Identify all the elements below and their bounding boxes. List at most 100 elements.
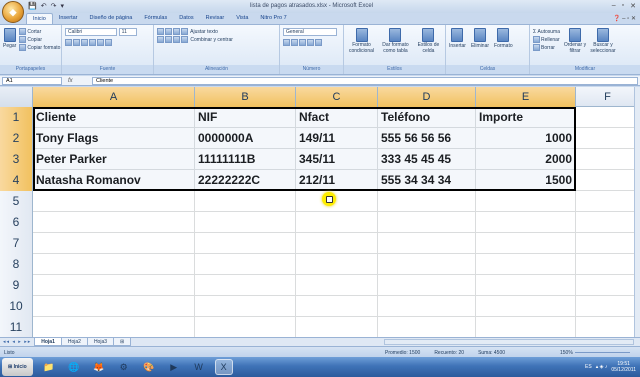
cell-d11[interactable] [378,317,476,337]
align-bottom-icon[interactable] [173,28,180,36]
cell-d9[interactable] [378,275,476,296]
cell-f3[interactable] [576,149,640,170]
thousands-icon[interactable] [299,39,306,46]
tab-revisar[interactable]: Revisar [200,13,231,24]
cell-f7[interactable] [576,233,640,254]
tab-diseno-pagina[interactable]: Diseño de página [84,13,139,24]
tray-icons[interactable]: ▴ ◈ ♪ [596,364,608,370]
cell-c5[interactable] [296,191,378,212]
decrease-decimal-icon[interactable] [315,39,322,46]
formula-input[interactable]: Cliente [92,76,638,85]
row-header[interactable]: 9 [0,275,33,296]
column-header-b[interactable]: B [195,87,296,107]
currency-icon[interactable] [283,39,290,46]
cell-b10[interactable] [195,296,296,317]
cell-f5[interactable] [576,191,640,212]
align-right-icon[interactable] [173,36,180,44]
cell-a5[interactable] [33,191,195,212]
maximize-button[interactable]: ▫ [622,2,624,10]
font-name-combo[interactable]: Calibri [65,28,117,36]
insert-cells-button[interactable]: Insertar [449,28,466,50]
row-header[interactable]: 11 [0,317,33,337]
row-header[interactable]: 2 [0,128,33,149]
customize-qat-icon[interactable]: ▾ [60,2,64,10]
ribbon-help-controls[interactable]: ❓ – ▫ ✕ [613,15,636,22]
cell-a2[interactable]: Tony Flags [33,128,195,149]
cell-f6[interactable] [576,212,640,233]
cell-b6[interactable] [195,212,296,233]
vertical-scrollbar[interactable] [634,87,640,337]
cell-b7[interactable] [195,233,296,254]
cell-e10[interactable] [476,296,576,317]
row-header[interactable]: 7 [0,233,33,254]
sheet-tab-hoja3[interactable]: Hoja3 [86,338,115,346]
cell-e9[interactable] [476,275,576,296]
italic-icon[interactable] [73,39,80,46]
cell-styles-button[interactable]: Estilos de celda [415,28,442,54]
taskbar-word-icon[interactable]: W [190,359,208,375]
align-middle-icon[interactable] [165,28,172,36]
cell-f10[interactable] [576,296,640,317]
column-header-c[interactable]: C [296,87,378,107]
clock[interactable]: 19:51 05/12/2011 [611,361,636,373]
tab-insertar[interactable]: Insertar [53,13,84,24]
number-format-combo[interactable]: General [283,28,337,36]
align-center-icon[interactable] [165,36,172,44]
cell-d1[interactable]: Teléfono [378,107,476,128]
insert-sheet-icon[interactable]: ⊞ [113,338,132,346]
format-as-table-button[interactable]: Dar formato como tabla [380,28,411,54]
cell-e2[interactable]: 1000 [476,128,576,149]
percent-icon[interactable] [291,39,298,46]
border-icon[interactable] [89,39,96,46]
column-header-f[interactable]: F [576,87,640,107]
cell-d7[interactable] [378,233,476,254]
tab-formulas[interactable]: Fórmulas [138,13,173,24]
tab-inicio[interactable]: Inicio [26,13,53,24]
cell-f4[interactable] [576,170,640,191]
fill-button[interactable]: Rellenar [533,36,560,44]
cell-d6[interactable] [378,212,476,233]
taskbar-firefox-icon[interactable]: 🦊 [90,359,108,375]
cell-e4[interactable]: 1500 [476,170,576,191]
orientation-icon[interactable] [181,28,188,36]
horizontal-scrollbar[interactable] [384,339,634,345]
save-icon[interactable]: 💾 [28,2,37,10]
autosum-button[interactable]: Σ Autosuma [533,28,560,36]
cell-a3[interactable]: Peter Parker [33,149,195,170]
cell-a7[interactable] [33,233,195,254]
format-painter-button[interactable]: Copiar formato [19,44,60,52]
cell-e7[interactable] [476,233,576,254]
align-top-icon[interactable] [157,28,164,36]
taskbar-paint-icon[interactable]: 🎨 [140,359,158,375]
align-left-icon[interactable] [157,36,164,44]
cell-b1[interactable]: NIF [195,107,296,128]
find-select-button[interactable]: Buscar y seleccionar [590,28,616,54]
fill-color-icon[interactable] [97,39,104,46]
cell-b8[interactable] [195,254,296,275]
cell-b11[interactable] [195,317,296,337]
cell-a8[interactable] [33,254,195,275]
cell-e6[interactable] [476,212,576,233]
cell-e5[interactable] [476,191,576,212]
cell-f9[interactable] [576,275,640,296]
merge-center-button[interactable]: Combinar y centrar [190,37,233,43]
row-header[interactable]: 4 [0,170,33,191]
cell-d4[interactable]: 555 34 34 34 [378,170,476,191]
bold-icon[interactable] [65,39,72,46]
cell-c11[interactable] [296,317,378,337]
undo-icon[interactable]: ↶ [41,2,47,10]
cell-d2[interactable]: 555 56 56 56 [378,128,476,149]
cell-b9[interactable] [195,275,296,296]
cell-f8[interactable] [576,254,640,275]
sheet-tab-hoja1[interactable]: Hoja1 [34,338,62,346]
tab-datos[interactable]: Datos [173,13,199,24]
conditional-format-button[interactable]: Formato condicional [347,28,376,54]
row-header[interactable]: 3 [0,149,33,170]
column-header-a[interactable]: A [33,87,195,107]
language-indicator[interactable]: ES [585,364,592,370]
taskbar-app-icon[interactable]: ⚙ [115,359,133,375]
row-header[interactable]: 5 [0,191,33,212]
insert-function-icon[interactable]: fx [68,78,92,84]
copy-button[interactable]: Copiar [19,36,60,44]
sheet-tab-hoja2[interactable]: Hoja2 [60,338,88,346]
